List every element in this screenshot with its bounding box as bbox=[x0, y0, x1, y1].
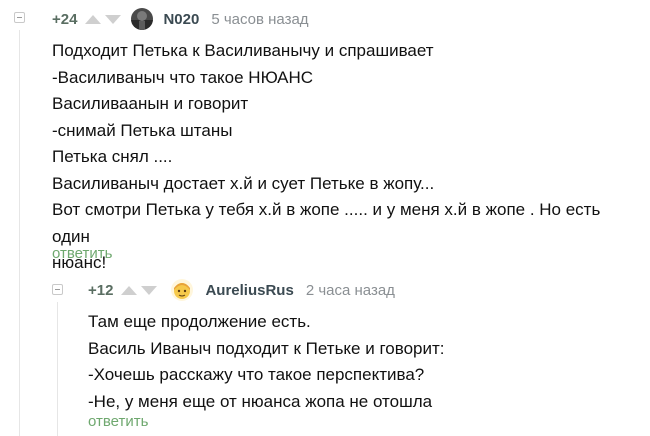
avatar[interactable] bbox=[131, 8, 154, 30]
avatar[interactable] bbox=[171, 279, 194, 301]
arrow-down-icon[interactable] bbox=[105, 14, 122, 24]
rating: +24 bbox=[52, 10, 78, 28]
comment-line: -Хочешь расскажу что такое перспектива? bbox=[88, 365, 425, 384]
reply-link[interactable]: ответить bbox=[52, 245, 112, 262]
timestamp[interactable]: 5 часов назад bbox=[211, 11, 308, 28]
comment-line: -снимай Петька штаны bbox=[52, 120, 233, 140]
reply-link[interactable]: ответить bbox=[88, 413, 148, 430]
comment: +12 AureliusRus 2 часа назад Там еще про… bbox=[0, 272, 650, 436]
comment-line: Там еще продолжение есть. bbox=[88, 312, 311, 331]
arrow-down-icon[interactable] bbox=[141, 285, 158, 295]
comment-body: Там еще продолжение есть. Василь Иваныч … bbox=[88, 309, 638, 415]
collapse-icon[interactable] bbox=[14, 12, 25, 23]
arrow-up-icon[interactable] bbox=[85, 14, 102, 24]
comment-header: +12 AureliusRus 2 часа назад bbox=[88, 279, 395, 301]
comment-body: Подходит Петька к Василиванычу и спрашив… bbox=[52, 38, 642, 277]
timestamp[interactable]: 2 часа назад bbox=[306, 282, 395, 299]
rating: +12 bbox=[88, 281, 114, 299]
comment-line: Василь Иваныч подходит к Петьке и говори… bbox=[88, 338, 445, 358]
thread-line[interactable] bbox=[57, 302, 58, 436]
username[interactable]: AureliusRus bbox=[205, 282, 293, 299]
arrow-up-icon[interactable] bbox=[121, 285, 138, 295]
comment-line: Василиваныч достает х.й и сует Петьке в … bbox=[52, 173, 435, 193]
comment-header: +24 N020 5 часов назад bbox=[52, 8, 309, 30]
comment-line: Василиваанын и говорит bbox=[52, 94, 249, 113]
comment-line: -Василиваныч что такое НЮАНС bbox=[52, 67, 314, 87]
collapse-icon[interactable] bbox=[52, 284, 63, 295]
username[interactable]: N020 bbox=[163, 11, 199, 28]
comment-line: Подходит Петька к Василиванычу и спрашив… bbox=[52, 41, 434, 60]
comment-line: Вот смотри Петька у тебя х.й в жопе ....… bbox=[52, 200, 601, 246]
comment-line: Петька снял .... bbox=[52, 147, 173, 166]
comment-line: -Не, у меня еще от нюанса жопа не отошла bbox=[88, 391, 433, 411]
